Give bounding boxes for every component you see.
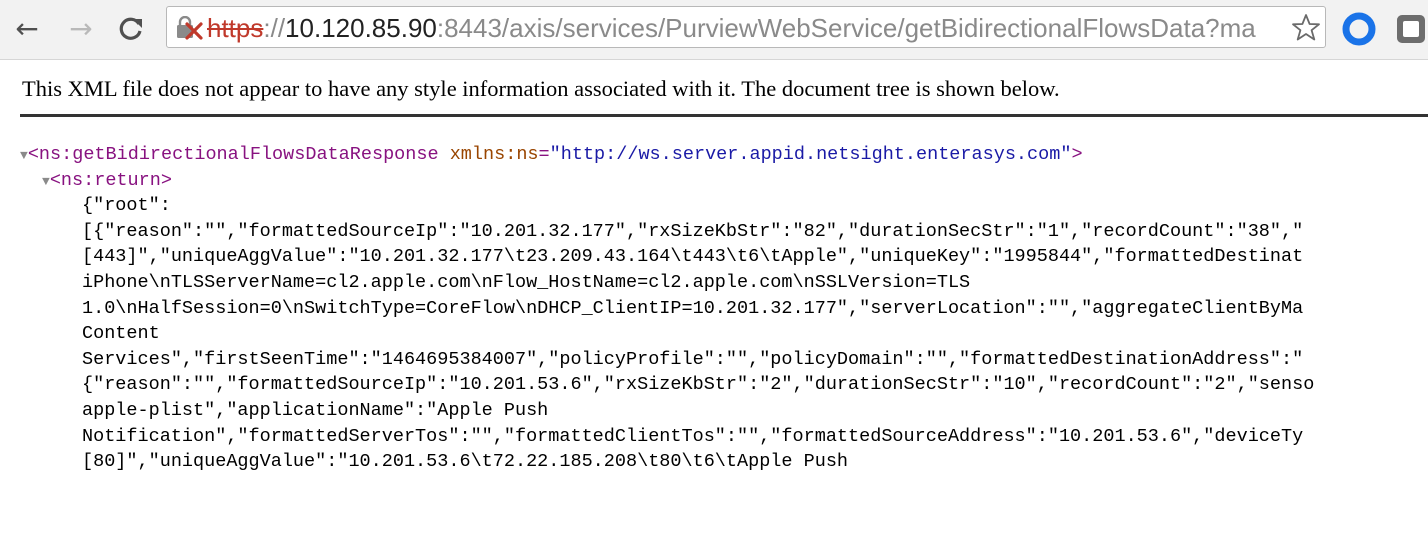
xml-style-notice: This XML file does not appear to have an… [22,76,1060,101]
xml-return-element: ▼<ns:return> [42,168,172,194]
url-separator: :// [263,13,286,43]
extension-icon[interactable] [1342,12,1376,46]
url-text[interactable]: https://10.120.85.90:8443/axis/services/… [207,12,1256,44]
url-scheme: https [207,13,264,43]
xml-root-element: ▼<ns:getBidirectionalFlowsDataResponse x… [20,142,1083,168]
xml-text-line: [80]","uniqueAggValue":"10.201.53.6\t72.… [82,451,849,473]
xml-text-line: apple-plist","applicationName":"Apple Pu… [82,400,549,421]
reload-icon[interactable] [116,14,146,44]
xml-open-tag: <ns:return> [49,169,172,191]
xml-attribute-value: "http://ws.server.appid.netsight.enteras… [549,144,1072,165]
xml-text-line: Services","firstSeenTime":"1464695384007… [82,348,1304,370]
xml-open-tag: <ns:getBidirectionalFlowsDataResponse [27,144,439,165]
xml-text-line: {"reason":"","formattedSourceIp":"10.201… [82,374,1315,396]
notice-divider [20,114,1428,117]
collapse-toggle-icon[interactable]: ▼ [20,148,28,163]
xml-text-line: Content [82,323,160,345]
xml-document-tree: ▼<ns:getBidirectionalFlowsDataResponse x… [0,142,1428,552]
xml-attribute-name: xmlns:ns [449,144,539,165]
xml-tag-close-bracket: > [1071,144,1083,165]
back-arrow-icon[interactable]: ← [12,14,42,44]
url-host: 10.120.85.90 [285,13,437,43]
xml-text-line: iPhone\nTLSServerName=cl2.apple.com\nFlo… [82,272,971,293]
xml-text-line: Notification","formattedServerTos":"","f… [82,425,1304,447]
extension-icon[interactable] [1394,12,1428,46]
xml-text-line: [443]","uniqueAggValue":"10.201.32.177\t… [82,246,1304,268]
address-bar[interactable]: https://10.120.85.90:8443/axis/services/… [166,6,1326,48]
bookmark-star-icon[interactable] [1291,13,1321,43]
collapse-toggle-icon[interactable]: ▼ [42,174,50,189]
xml-text-line: [{"reason":"","formattedSourceIp":"10.20… [82,220,1304,242]
browser-toolbar: ← → https://10.120.85.90:8443/axis/servi… [0,0,1428,60]
insecure-lock-icon[interactable] [175,15,205,40]
xml-attribute-equals: = [538,144,550,165]
xml-text-line: 1.0\nHalfSession=0\nSwitchType=CoreFlow\… [82,297,1304,319]
xml-text-line: {"root": [82,195,171,217]
url-path: :8443/axis/services/PurviewWebService/ge… [436,13,1256,43]
forward-arrow-icon[interactable]: → [66,14,96,44]
